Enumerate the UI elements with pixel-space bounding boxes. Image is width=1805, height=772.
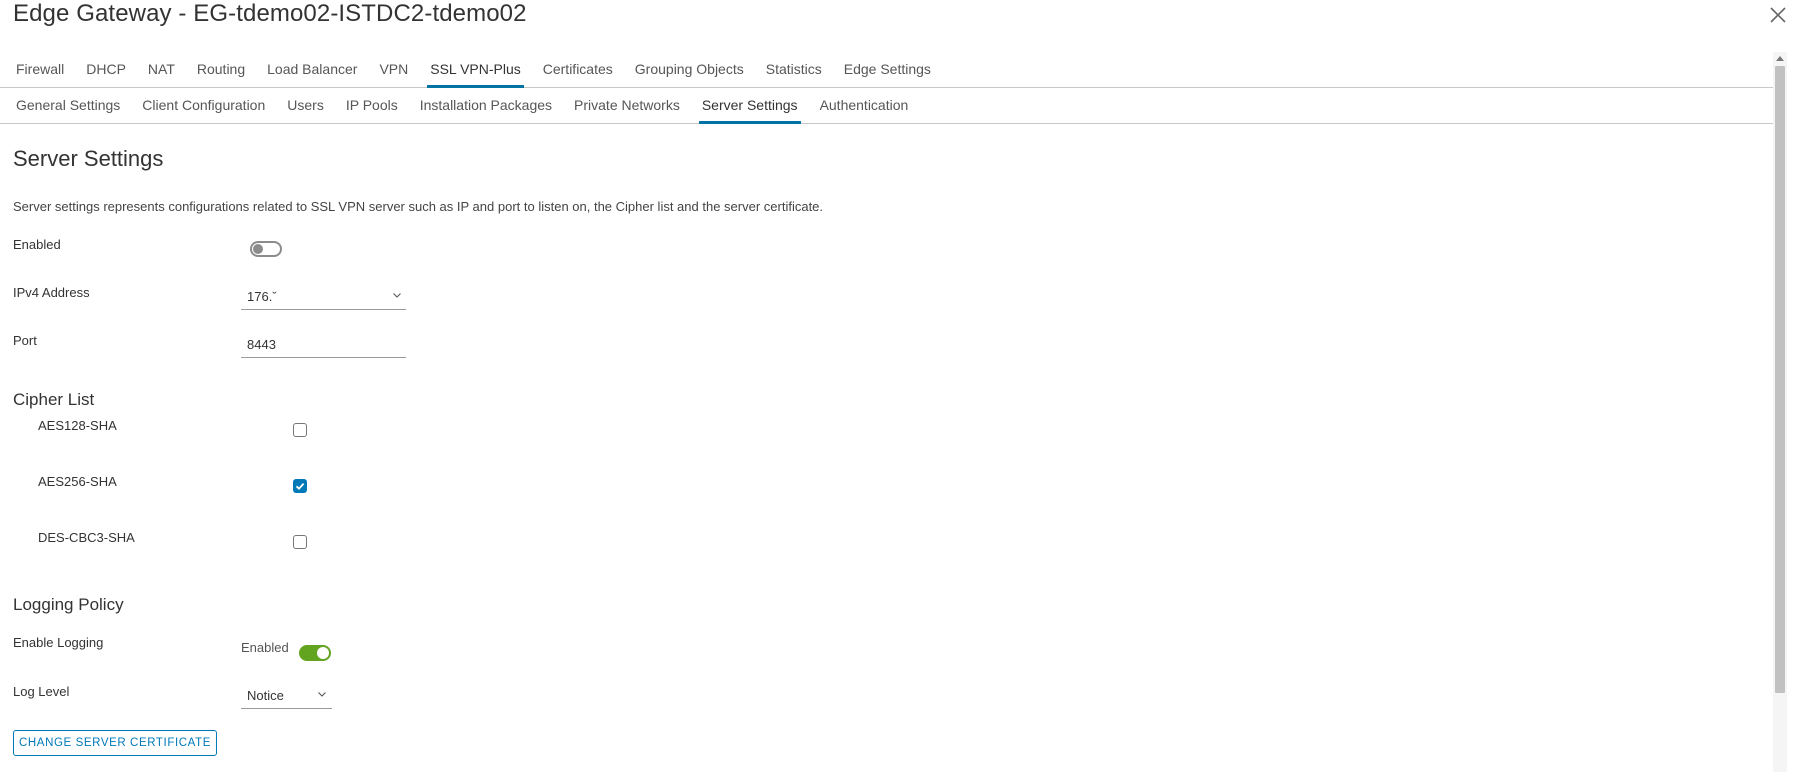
ipv4-address-value: 176.ˇ [247,289,277,304]
cipher-aes128-checkbox[interactable] [293,423,307,437]
tab-vpn[interactable]: VPN [376,51,411,87]
toggle-knob [317,647,329,659]
subtab-private-networks[interactable]: Private Networks [571,87,683,123]
subtab-client-configuration[interactable]: Client Configuration [139,87,268,123]
window-title: Edge Gateway - EG-tdemo02-ISTDC2-tdemo02 [13,0,527,27]
change-server-certificate-button[interactable]: CHANGE SERVER CERTIFICATE [13,730,217,756]
tab-firewall[interactable]: Firewall [13,51,67,87]
close-icon[interactable] [1767,4,1789,26]
section-heading-cipher-list: Cipher List [13,390,95,409]
enable-logging-state-text: Enabled [241,640,289,655]
ipv4-address-label: IPv4 Address [13,285,90,300]
vertical-scrollbar[interactable] [1773,52,1787,772]
log-level-value: Notice [247,688,284,703]
port-label: Port [13,333,37,348]
subtab-installation-packages[interactable]: Installation Packages [417,87,555,123]
main-tab-bar: Firewall DHCP NAT Routing Load Balancer … [0,51,1773,88]
server-settings-description: Server settings represents configuration… [13,199,824,214]
tab-statistics[interactable]: Statistics [763,51,825,87]
server-enabled-toggle[interactable] [250,241,282,257]
subtab-general-settings[interactable]: General Settings [13,87,123,123]
tab-grouping-objects[interactable]: Grouping Objects [632,51,747,87]
tab-edge-settings[interactable]: Edge Settings [841,51,934,87]
log-level-select[interactable]: Notice [241,683,332,709]
cipher-des-cbc3-checkbox[interactable] [293,535,307,549]
tab-dhcp[interactable]: DHCP [83,51,129,87]
tab-routing[interactable]: Routing [194,51,248,87]
subtab-ip-pools[interactable]: IP Pools [343,87,401,123]
subtab-authentication[interactable]: Authentication [817,87,912,123]
subtab-users[interactable]: Users [284,87,327,123]
ipv4-address-select[interactable]: 176.ˇ [241,284,406,310]
tab-load-balancer[interactable]: Load Balancer [264,51,360,87]
subtab-server-settings[interactable]: Server Settings [698,87,801,124]
enable-logging-label: Enable Logging [13,635,104,650]
cipher-aes256-label: AES256-SHA [38,474,117,489]
check-icon [295,482,305,490]
cipher-aes256-checkbox[interactable] [293,479,307,493]
tab-certificates[interactable]: Certificates [540,51,616,87]
section-heading-logging-policy: Logging Policy [13,595,124,614]
chevron-down-icon [318,692,326,697]
toggle-knob [253,244,263,254]
port-input[interactable] [241,332,406,358]
enable-logging-toggle[interactable] [299,645,331,661]
sub-tab-bar: General Settings Client Configuration Us… [0,87,1773,124]
section-heading-server-settings: Server Settings [13,146,164,171]
tab-nat[interactable]: NAT [145,51,178,87]
cipher-aes128-label: AES128-SHA [38,418,117,433]
enabled-label: Enabled [13,237,61,252]
scroll-thumb[interactable] [1775,66,1785,693]
tab-ssl-vpn-plus[interactable]: SSL VPN-Plus [427,51,524,88]
scroll-up-icon[interactable] [1776,56,1784,61]
cipher-des-cbc3-label: DES-CBC3-SHA [38,530,135,545]
log-level-label: Log Level [13,684,70,699]
chevron-down-icon [393,293,401,298]
